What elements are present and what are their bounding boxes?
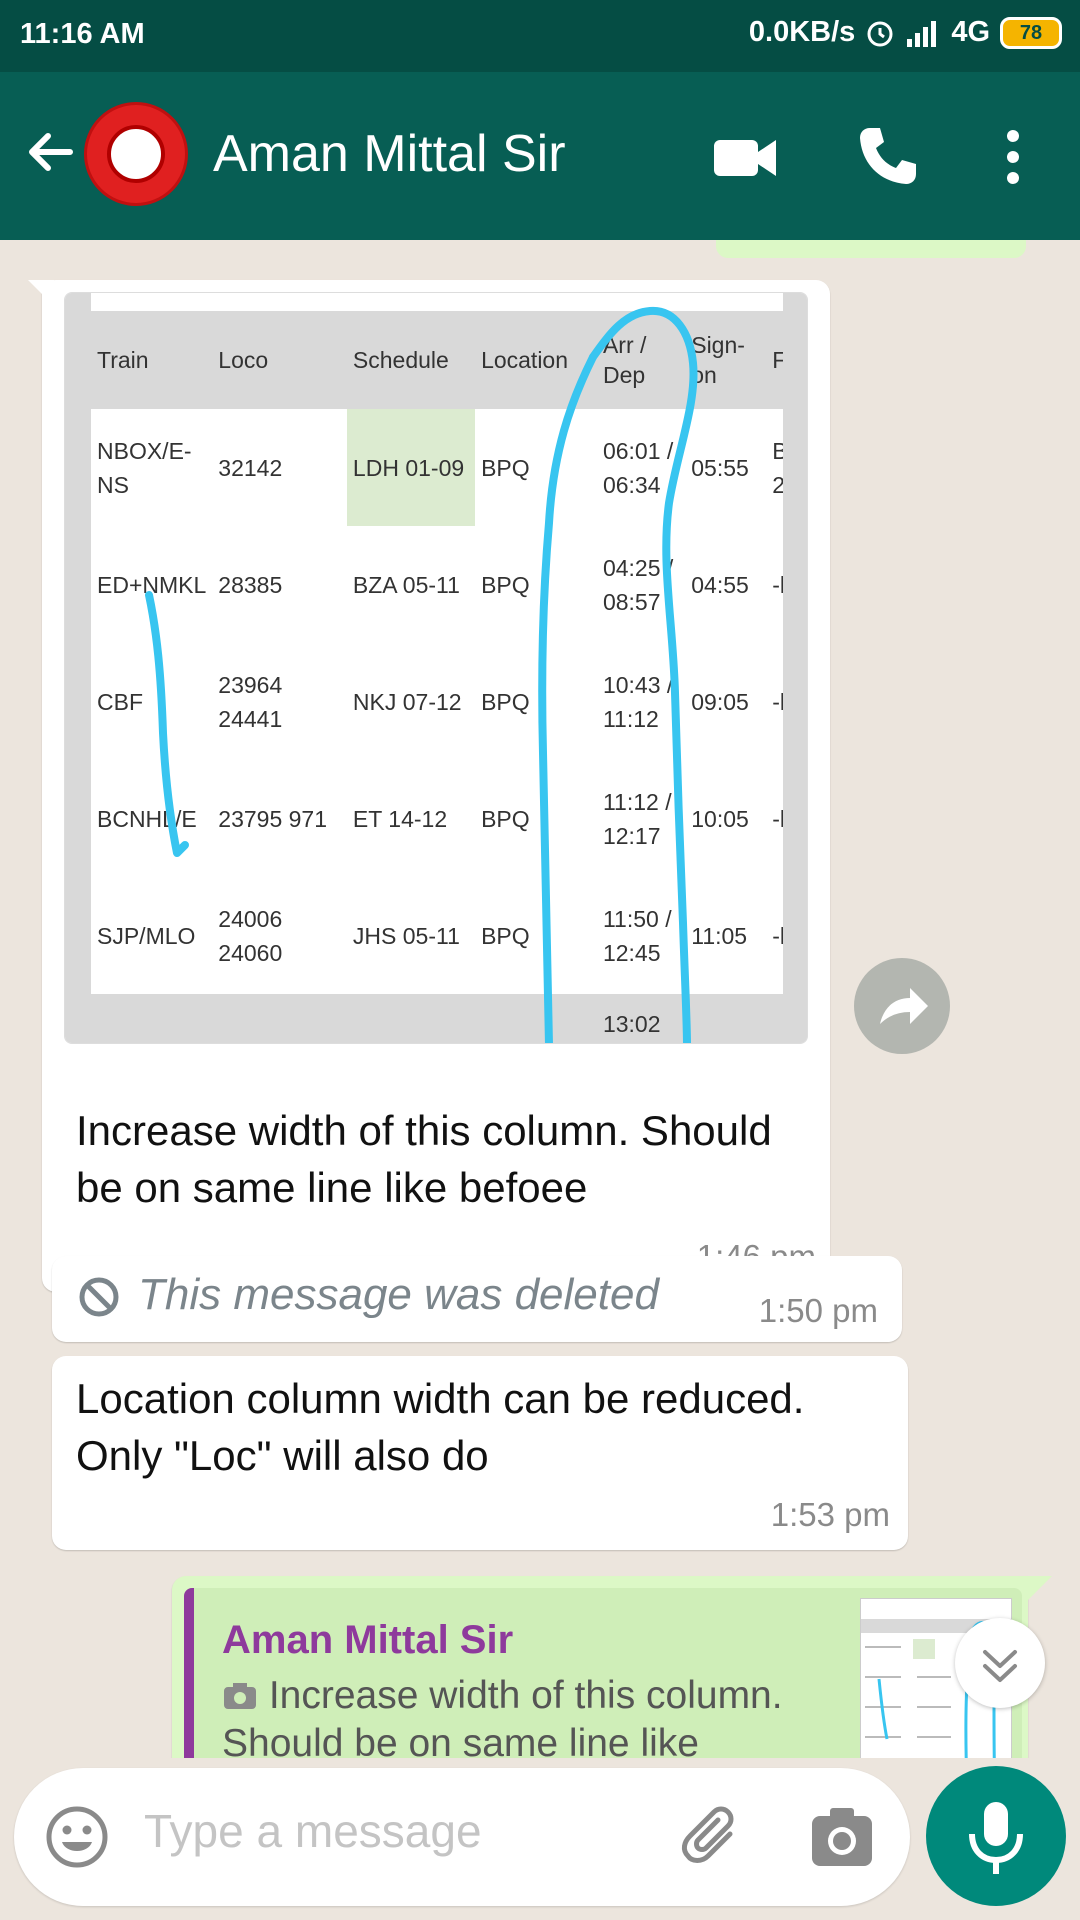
reply-message-bubble[interactable]: Aman Mittal Sir Increase width of this c… xyxy=(172,1576,1052,1758)
video-call-icon[interactable] xyxy=(710,122,780,192)
forward-button[interactable] xyxy=(854,958,950,1054)
voice-record-button[interactable] xyxy=(926,1766,1066,1906)
annotation-ink xyxy=(145,306,698,1043)
blocked-icon xyxy=(79,1277,119,1317)
emoji-icon[interactable] xyxy=(44,1804,110,1870)
status-right-group: 0.0KB/s 4G 78 xyxy=(749,16,1062,49)
message-timestamp: 1:53 pm xyxy=(770,1496,890,1533)
message-composer[interactable]: Type a message xyxy=(14,1768,910,1906)
network-type: 4G xyxy=(951,16,990,48)
message-text: Location column width can be reduced. On… xyxy=(76,1375,805,1479)
double-chevron-down-icon xyxy=(983,1650,1017,1682)
more-vert-icon[interactable] xyxy=(978,122,1048,192)
alarm-icon xyxy=(867,21,893,46)
forward-icon xyxy=(880,988,928,1024)
railway-logo-icon xyxy=(107,125,165,183)
network-speed: 0.0KB/s xyxy=(748,16,856,48)
screenshot-image[interactable]: Train Loco Schedule Location Arr / Dep S… xyxy=(64,292,808,1044)
microphone-icon xyxy=(969,1802,1023,1874)
quoted-text-row: Increase width of this column. Should be… xyxy=(222,1672,792,1758)
attach-icon[interactable] xyxy=(678,1804,746,1872)
quoted-author: Aman Mittal Sir xyxy=(222,1618,514,1662)
back-arrow-icon[interactable] xyxy=(22,124,78,180)
status-time: 11:16 AM xyxy=(20,18,145,50)
quoted-text: Increase width of this column. Should be… xyxy=(222,1674,783,1758)
chat-area[interactable]: Train Loco Schedule Location Arr / Dep S… xyxy=(0,240,1080,1758)
phone-call-icon[interactable] xyxy=(852,122,922,192)
deleted-message-text: This message was deleted xyxy=(138,1270,659,1319)
deleted-message-bubble[interactable]: This message was deleted 1:50 pm xyxy=(52,1256,902,1342)
contact-name[interactable]: Aman Mittal Sir xyxy=(213,124,566,184)
quoted-message[interactable]: Aman Mittal Sir Increase width of this c… xyxy=(184,1588,1022,1758)
scroll-to-bottom-button[interactable] xyxy=(955,1618,1045,1708)
avatar[interactable] xyxy=(84,102,188,206)
battery-icon: 78 xyxy=(1000,16,1062,49)
previous-message-edge xyxy=(716,240,1026,258)
signal-icon xyxy=(907,20,937,47)
text-message-bubble[interactable]: Location column width can be reduced. On… xyxy=(52,1356,908,1550)
message-input[interactable]: Type a message xyxy=(144,1804,482,1858)
camera-icon xyxy=(224,1683,256,1709)
status-bar: 11:16 AM 0.0KB/s 4G 78 xyxy=(0,0,1080,72)
camera-icon[interactable] xyxy=(810,1806,874,1868)
chat-header: Aman Mittal Sir xyxy=(0,72,1080,240)
message-timestamp: 1:50 pm xyxy=(758,1292,878,1329)
image-caption: Increase width of this column. Should be… xyxy=(76,1107,772,1211)
image-message-bubble[interactable]: Train Loco Schedule Location Arr / Dep S… xyxy=(28,280,830,1292)
